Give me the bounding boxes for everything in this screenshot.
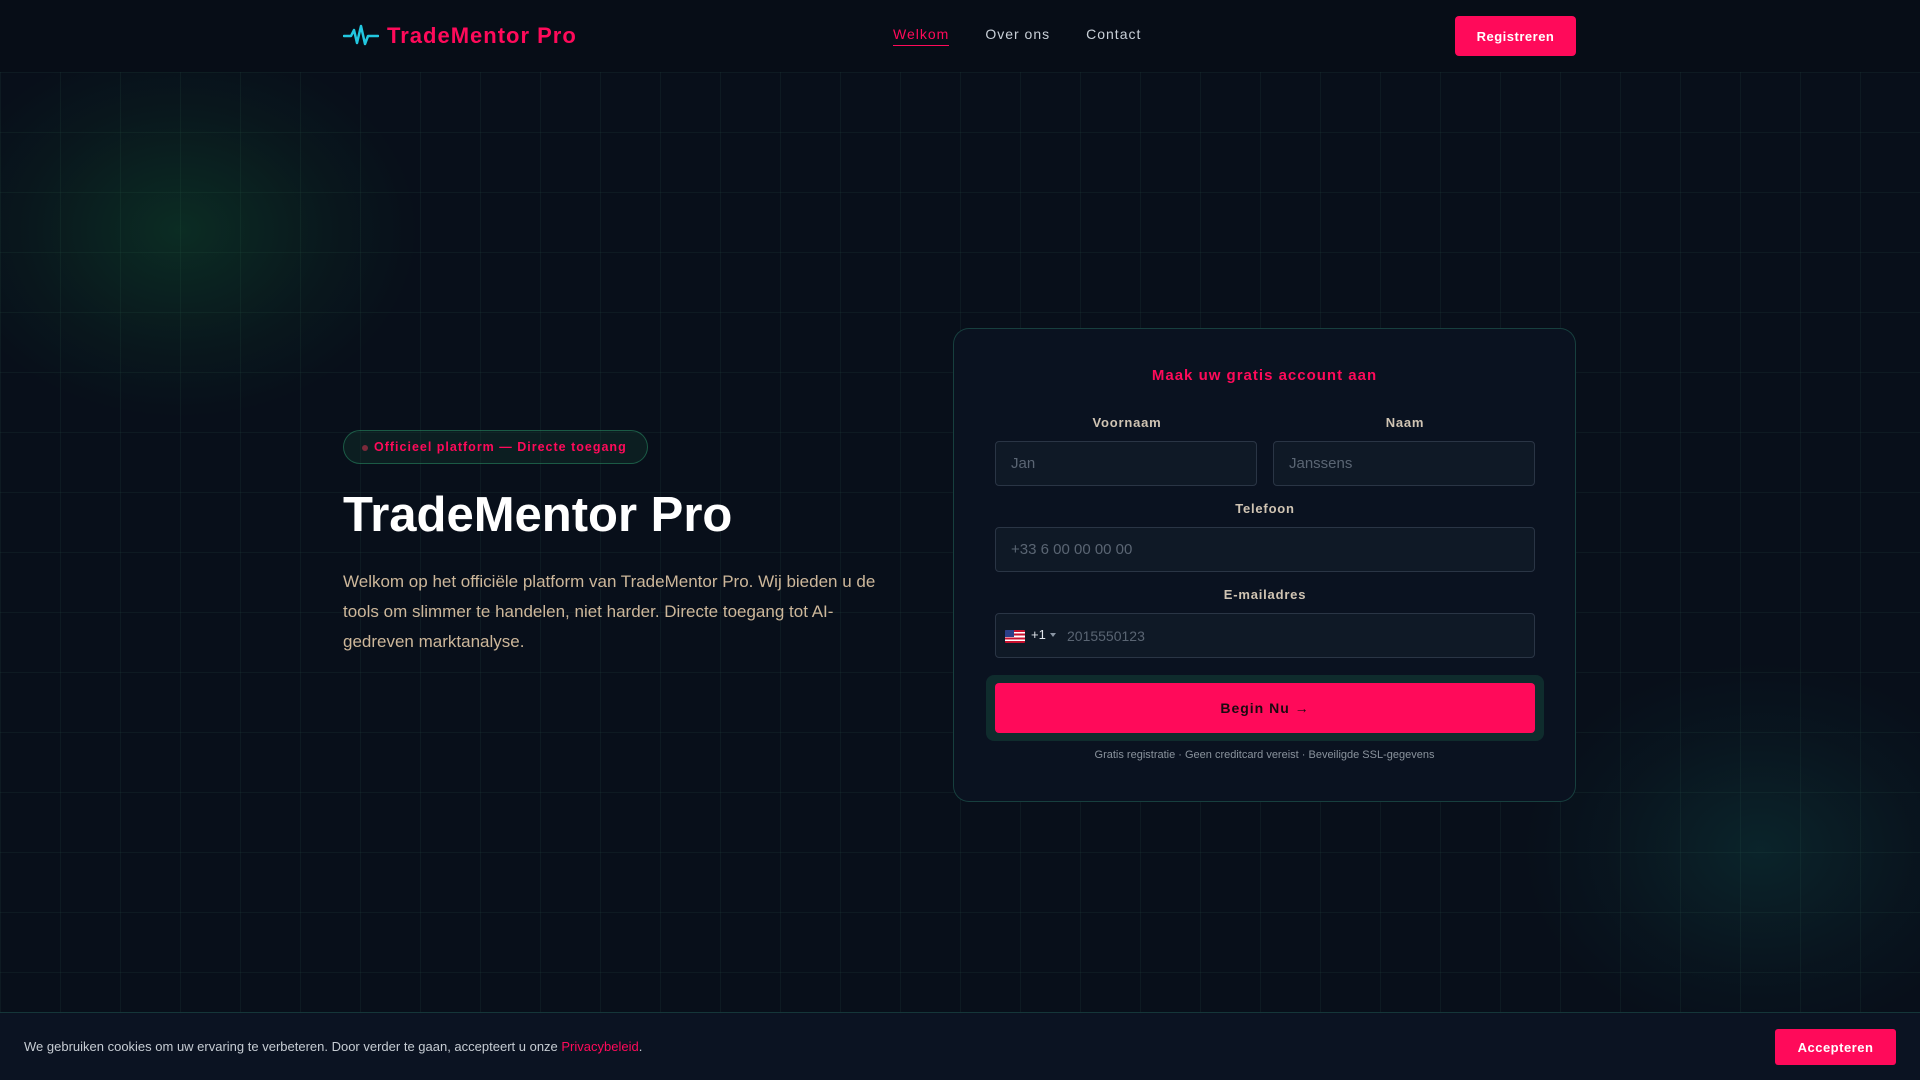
phone-label: Telefoon: [1235, 501, 1295, 516]
country-code-selector[interactable]: +1: [1031, 627, 1046, 642]
form-title: Maak uw gratis account aan: [1151, 367, 1378, 384]
hero-description: Welkom op het officiële platform van Tra…: [343, 572, 876, 651]
background-glow-right: [1520, 660, 1920, 1040]
cookie-message: We gebruiken cookies om uw ervaring te v…: [24, 1039, 642, 1054]
hero-title: TradeMentor Pro: [343, 488, 733, 542]
badge-text: Officieel platform — Directe toegang: [374, 440, 627, 454]
background-glow-left: [0, 40, 420, 420]
cookie-suffix: .: [638, 1039, 643, 1054]
privacy-policy-link[interactable]: Privacybeleid: [561, 1039, 638, 1054]
accept-cookies-button[interactable]: Accepteren: [1775, 1029, 1896, 1065]
brand-logo[interactable]: TradeMentor Pro: [343, 20, 577, 52]
phone-input[interactable]: [995, 527, 1535, 572]
email-field: +1: [995, 613, 1535, 658]
signup-form-card: Maak uw gratis account aan Voornaam Naam…: [953, 328, 1576, 802]
cookie-banner: We gebruiken cookies om uw ervaring te v…: [0, 1012, 1920, 1080]
main-nav: Welkom Over ons Contact: [893, 26, 1141, 46]
email-input[interactable]: [1067, 614, 1527, 657]
site-header: TradeMentor Pro Welkom Over ons Contact …: [0, 0, 1920, 72]
brand-name: TradeMentor Pro: [387, 23, 577, 48]
register-button[interactable]: Registreren: [1455, 16, 1576, 56]
last-name-input[interactable]: [1273, 441, 1535, 486]
pulse-heartbeat-icon: [343, 24, 379, 46]
first-name-input[interactable]: [995, 441, 1257, 486]
form-footnote: Gratis registratie · Geen creditcard ver…: [1094, 749, 1435, 761]
email-label: E-mailadres: [1223, 587, 1307, 602]
begin-now-button[interactable]: Begin Nu →: [995, 683, 1535, 733]
nav-item-over-ons[interactable]: Over ons: [985, 26, 1050, 46]
us-flag-icon[interactable]: [1005, 630, 1025, 643]
badge-dot-icon: [362, 445, 368, 451]
official-badge: Officieel platform — Directe toegang: [343, 430, 648, 464]
nav-item-welkom[interactable]: Welkom: [893, 26, 950, 46]
cookie-text: We gebruiken cookies om uw ervaring te v…: [24, 1039, 562, 1054]
chevron-down-icon[interactable]: [1050, 633, 1056, 637]
nav-item-contact[interactable]: Contact: [1086, 26, 1141, 46]
last-name-label: Naam: [1385, 415, 1425, 430]
first-name-label: Voornaam: [1092, 415, 1162, 430]
